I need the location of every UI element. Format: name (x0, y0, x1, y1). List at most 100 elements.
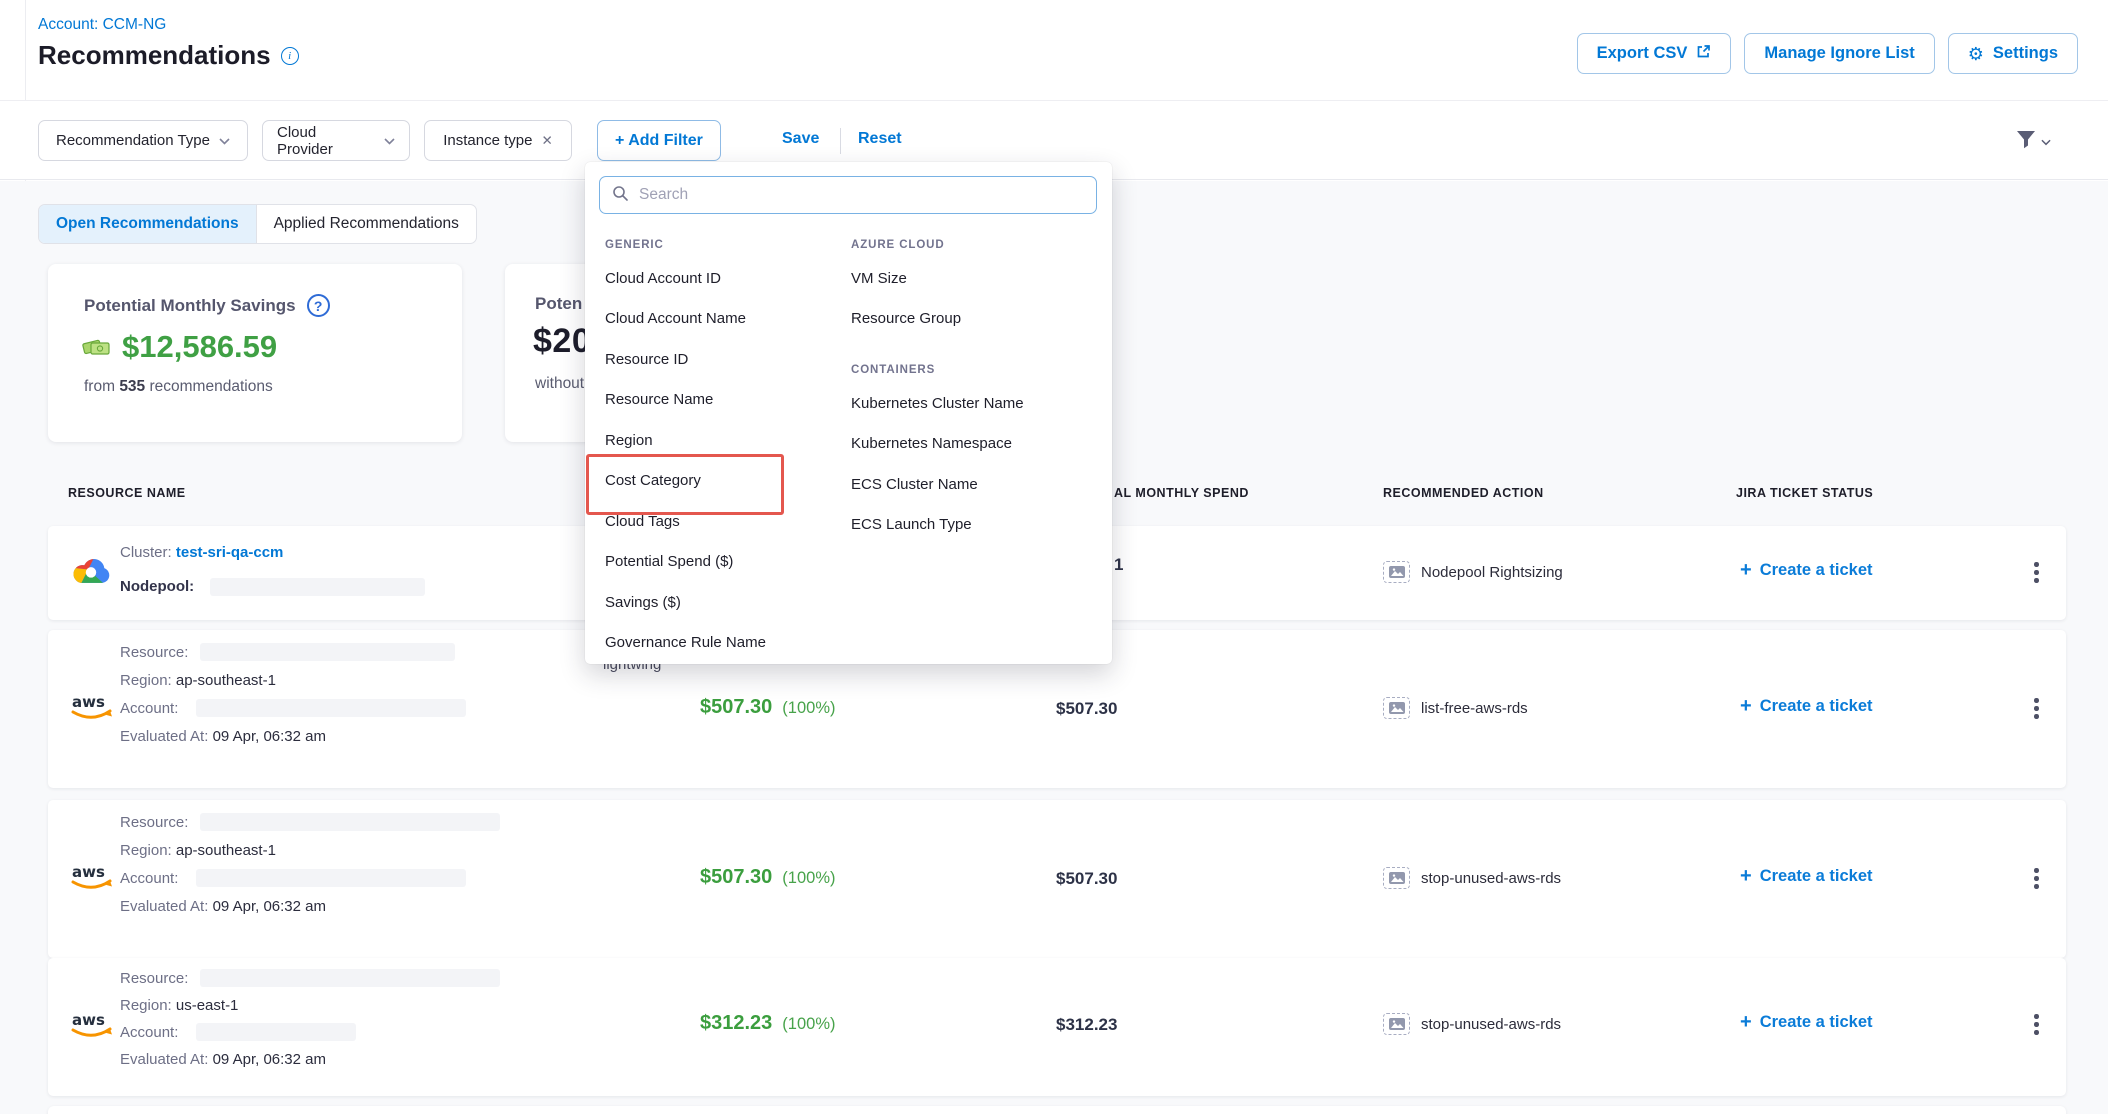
filter-option-potential-spend[interactable]: Potential Spend ($) (605, 542, 845, 583)
settings-button[interactable]: ⚙ Settings (1948, 33, 2078, 74)
redacted-account-value (196, 699, 466, 717)
savings-amount: $507.30 (700, 866, 772, 889)
savings-cell: $507.30 (100%) (700, 696, 836, 719)
reset-filter-button[interactable]: Reset (858, 130, 902, 148)
savings-amount: $12,586.59 (122, 329, 277, 365)
filter-option-resource-name[interactable]: Resource Name (605, 380, 845, 421)
broken-image-icon (1383, 867, 1410, 889)
breadcrumb[interactable]: Account: CCM-NG (38, 16, 166, 34)
recommended-action-label: list-free-aws-rds (1421, 700, 1528, 717)
svg-text:aws: aws (72, 863, 105, 881)
recommendations-tabs: Open Recommendations Applied Recommendat… (38, 204, 477, 244)
filter-option-resource-id[interactable]: Resource ID (605, 339, 845, 380)
column-header-total-monthly-spend: AL MONTHLY SPEND (1114, 486, 1249, 500)
filter-panel-toggle[interactable] (2016, 130, 2051, 154)
redacted-account-value (196, 1023, 356, 1041)
create-ticket-link[interactable]: + Create a ticket (1740, 866, 1873, 886)
plus-icon: + (1740, 560, 1752, 580)
total-spend-fragment: 1 (1114, 555, 1123, 575)
export-csv-button[interactable]: Export CSV (1577, 33, 1732, 74)
create-ticket-link[interactable]: + Create a ticket (1740, 696, 1873, 716)
region-label: Region: (120, 842, 172, 859)
filter-option-ecs-cluster-name[interactable]: ECS Cluster Name (851, 464, 1101, 505)
close-icon[interactable]: ✕ (541, 133, 552, 149)
filter-option-savings[interactable]: Savings ($) (605, 582, 845, 623)
account-label: Account: (120, 1024, 178, 1041)
region-value: ap-southeast-1 (176, 842, 276, 859)
evaluated-value: 09 Apr, 06:32 am (213, 1051, 326, 1068)
filter-chip-cloud-provider[interactable]: Cloud Provider (262, 120, 410, 161)
region-label: Region: (120, 997, 172, 1014)
table-row[interactable]: aws Resource: Region: us-east-1 Account:… (48, 958, 2066, 1096)
settings-label: Settings (1993, 44, 2058, 63)
dropdown-search-box[interactable] (599, 176, 1097, 214)
header-actions: Export CSV Manage Ignore List ⚙ Settings (1577, 33, 2078, 74)
export-csv-label: Export CSV (1597, 44, 1688, 63)
filter-option-governance-rule-name[interactable]: Governance Rule Name (605, 623, 845, 664)
savings-cell: $507.30 (100%) (700, 866, 836, 889)
kebab-menu-icon[interactable] (2028, 692, 2045, 725)
table-row[interactable]: aws Resource: Region: ap-southeast-1 Acc… (48, 800, 2066, 958)
recommended-action-cell: stop-unused-aws-rds (1383, 867, 1561, 889)
filter-option-cloud-account-name[interactable]: Cloud Account Name (605, 299, 845, 340)
redacted-account-value (196, 869, 466, 887)
savings-cell: $312.23 (100%) (700, 1012, 836, 1035)
kebab-menu-icon[interactable] (2028, 862, 2045, 895)
chip-label: Recommendation Type (56, 132, 210, 149)
recommended-action-cell: stop-unused-aws-rds (1383, 1013, 1561, 1035)
account-line: Account: (120, 700, 178, 717)
broken-image-icon (1383, 1013, 1410, 1035)
recommended-action-label: stop-unused-aws-rds (1421, 870, 1561, 887)
savings-amount: $507.30 (700, 696, 772, 719)
column-header-resource-name: RESOURCE NAME (68, 486, 186, 500)
info-icon[interactable]: i (281, 47, 299, 65)
manage-ignore-list-button[interactable]: Manage Ignore List (1744, 33, 1934, 74)
potential-monthly-savings-card: Potential Monthly Savings ? $12,586.59 f… (48, 264, 462, 442)
savings-percent: (100%) (782, 869, 835, 888)
filter-option-region[interactable]: Region (605, 420, 845, 461)
region-line: Region: ap-southeast-1 (120, 842, 276, 859)
filter-option-ecs-launch-type[interactable]: ECS Launch Type (851, 505, 1101, 546)
search-input[interactable] (637, 185, 1071, 205)
account-line: Account: (120, 1024, 178, 1041)
title-row: Recommendations i (38, 40, 299, 71)
aws-logo-icon: aws (70, 860, 114, 898)
evaluated-value: 09 Apr, 06:32 am (213, 728, 326, 745)
kebab-menu-icon[interactable] (2028, 1008, 2045, 1041)
plus-icon: + (1740, 696, 1752, 716)
table-row (48, 1106, 2066, 1114)
total-spend: $507.30 (1056, 869, 1117, 889)
broken-image-icon (1383, 697, 1410, 719)
manage-ignore-list-label: Manage Ignore List (1764, 44, 1914, 63)
filter-option-cost-category[interactable]: Cost Category (605, 461, 845, 502)
filter-chip-recommendation-type[interactable]: Recommendation Type (38, 120, 248, 161)
add-filter-button[interactable]: + Add Filter (597, 120, 721, 161)
help-icon[interactable]: ? (307, 294, 330, 317)
tab-open-recommendations[interactable]: Open Recommendations (39, 205, 257, 243)
resource-line: Resource: (120, 644, 188, 661)
nodepool-line: Nodepool: (120, 578, 194, 595)
nodepool-label: Nodepool: (120, 578, 194, 595)
filter-option-cloud-tags[interactable]: Cloud Tags (605, 501, 845, 542)
redacted-resource-value (200, 969, 500, 987)
create-ticket-link[interactable]: + Create a ticket (1740, 1012, 1873, 1032)
save-filter-button[interactable]: Save (782, 130, 819, 148)
dropdown-cloud-column: AZURE CLOUD VM Size Resource Group CONTA… (851, 232, 1101, 545)
broken-image-icon (1383, 561, 1410, 583)
filter-funnel-icon (2016, 130, 2036, 154)
filter-option-cloud-account-id[interactable]: Cloud Account ID (605, 258, 845, 299)
filter-option-kubernetes-cluster-name[interactable]: Kubernetes Cluster Name (851, 383, 1101, 424)
create-ticket-link[interactable]: + Create a ticket (1740, 560, 1873, 580)
filter-option-resource-group[interactable]: Resource Group (851, 299, 1101, 340)
filter-option-kubernetes-namespace[interactable]: Kubernetes Namespace (851, 424, 1101, 465)
kebab-menu-icon[interactable] (2028, 556, 2045, 589)
cluster-line: Cluster: test-sri-qa-ccm (120, 544, 283, 561)
region-line: Region: us-east-1 (120, 997, 238, 1014)
filter-chip-instance-type[interactable]: Instance type ✕ (424, 120, 572, 161)
gcp-logo-icon (72, 555, 110, 591)
tab-applied-recommendations[interactable]: Applied Recommendations (257, 205, 476, 243)
cluster-name-link[interactable]: test-sri-qa-ccm (176, 544, 284, 561)
savings-subtitle: from 535 recommendations (84, 378, 462, 396)
filter-option-vm-size[interactable]: VM Size (851, 258, 1101, 299)
redacted-resource-value (200, 643, 455, 661)
